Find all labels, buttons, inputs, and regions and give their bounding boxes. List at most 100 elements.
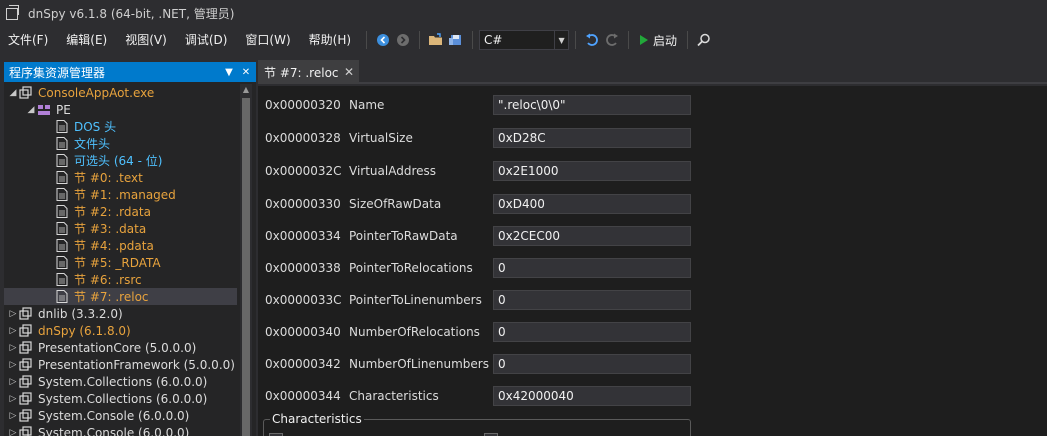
assembly-icon	[18, 324, 34, 338]
tree-item[interactable]: 节 #4: .pdata	[4, 237, 237, 254]
expand-arrow-icon[interactable]: ▷	[8, 322, 18, 339]
menu-debug[interactable]: 调试(D)	[176, 29, 237, 51]
field-name: PointerToRawData	[349, 229, 458, 243]
field-row: 0x00000344 Characteristics 0x42000040	[258, 386, 1047, 406]
expand-arrow-icon[interactable]: ▷	[8, 356, 18, 373]
tree-item[interactable]: 可选头 (64 - 位)	[4, 152, 237, 169]
navigate-forward-button[interactable]	[393, 30, 413, 50]
tree-item[interactable]: ▷ PresentationCore (5.0.0.0)	[4, 339, 237, 356]
language-select[interactable]: C# ▼	[479, 30, 570, 50]
tree-item[interactable]: DOS 头	[4, 118, 237, 135]
field-offset: 0x00000334	[265, 229, 341, 243]
redo-button[interactable]	[602, 30, 622, 50]
tree-item-label: PresentationCore (5.0.0.0)	[38, 340, 197, 355]
menu-window[interactable]: 窗口(W)	[236, 29, 299, 51]
menu-view[interactable]: 视图(V)	[116, 29, 176, 51]
tree-item[interactable]: 文件头	[4, 135, 237, 152]
tree-item[interactable]: ◢ ConsoleAppAot.exe	[4, 84, 237, 101]
field-value-input[interactable]: 0	[493, 354, 691, 374]
save-button[interactable]	[446, 30, 466, 50]
tree-item[interactable]: 节 #7: .reloc	[4, 288, 237, 305]
tree-item-label: 节 #1: .managed	[74, 188, 176, 202]
field-value-input[interactable]: 0xD400	[493, 194, 691, 214]
expand-arrow-icon[interactable]: ▷	[8, 407, 18, 424]
field-value-input[interactable]: 0	[493, 258, 691, 278]
close-icon[interactable]: ✕	[239, 67, 253, 78]
expand-arrow-icon[interactable]: ◢	[8, 84, 18, 101]
field-offset: 0x00000338	[265, 261, 341, 275]
tree-item[interactable]: ▷ dnSpy (6.1.8.0)	[4, 322, 237, 339]
section-header-view: Characteristics 0x00000320 Name ".reloc\0\…	[258, 86, 1047, 436]
chevron-down-icon[interactable]: ▼	[554, 31, 568, 49]
field-value-input[interactable]: 0x2E1000	[493, 161, 691, 181]
field-value-input[interactable]: 0xD28C	[493, 128, 691, 148]
tree-item[interactable]: ▷ dnlib (3.3.2.0)	[4, 305, 237, 322]
assembly-icon	[18, 358, 34, 372]
tree-item[interactable]: 节 #6: .rsrc	[4, 271, 237, 288]
tree-item-label: 节 #0: .text	[74, 171, 143, 185]
tree-item[interactable]: ▷ System.Console (6.0.0.0)	[4, 424, 237, 436]
tree-item[interactable]: 节 #1: .managed	[4, 186, 237, 203]
tree-item[interactable]: ▷ System.Collections (6.0.0.0)	[4, 373, 237, 390]
document-icon	[54, 171, 70, 185]
menu-bar: 文件(F) 编辑(E) 视图(V) 调试(D) 窗口(W) 帮助(H) C# ▼…	[0, 27, 1047, 53]
menu-help[interactable]: 帮助(H)	[300, 29, 360, 51]
redo-icon	[606, 33, 619, 46]
assembly-icon	[18, 341, 34, 355]
expand-arrow-icon[interactable]: ▷	[8, 373, 18, 390]
undo-button[interactable]	[582, 30, 602, 50]
panel-menu-icon[interactable]: ▼	[222, 67, 236, 78]
tree-item-label: 节 #7: .reloc	[74, 290, 149, 304]
open-button[interactable]	[426, 30, 446, 50]
expand-arrow-icon[interactable]: ▷	[8, 305, 18, 322]
navigate-back-button[interactable]	[373, 30, 393, 50]
expand-arrow-icon[interactable]: ▷	[8, 424, 18, 436]
scrollbar-thumb[interactable]	[242, 98, 250, 436]
tree-item[interactable]: 节 #3: .data	[4, 220, 237, 237]
expand-arrow-icon[interactable]: ◢	[26, 101, 36, 118]
tree-item[interactable]: ◢ PE	[4, 101, 237, 118]
field-value-input[interactable]: 0x2CEC00	[493, 226, 691, 246]
field-value-input[interactable]: 0x42000040	[493, 386, 691, 406]
field-offset: 0x00000330	[265, 197, 341, 211]
toolbar-separator	[628, 31, 630, 49]
tree-item[interactable]: 节 #2: .rdata	[4, 203, 237, 220]
start-button[interactable]: 启动	[635, 30, 681, 50]
language-select-value: C#	[484, 33, 503, 47]
document-icon	[54, 222, 70, 236]
scroll-up-icon[interactable]: ▲	[240, 84, 252, 96]
tree-item[interactable]: 节 #5: _RDATA	[4, 254, 237, 271]
field-value-input[interactable]: 0	[493, 290, 691, 310]
assembly-explorer-title: 程序集资源管理器	[9, 65, 106, 80]
tree-item[interactable]: ▷ System.Collections (6.0.0.0)	[4, 390, 237, 407]
toolbar-separator	[419, 31, 421, 49]
tree-scrollbar[interactable]: ▲	[240, 84, 252, 436]
field-name: SizeOfRawData	[349, 197, 442, 211]
field-name: Characteristics	[349, 389, 439, 403]
assembly-explorer-panel: 程序集资源管理器 ▼ ✕ ◢ ConsoleAppAot.exe ◢ PE DOS 头文…	[4, 62, 256, 436]
expand-arrow-icon[interactable]: ▷	[8, 390, 18, 407]
tree-item[interactable]: ▷ PresentationFramework (5.0.0.0)	[4, 356, 237, 373]
tab-section-reloc[interactable]: 节 #7: .reloc ✕	[258, 60, 359, 84]
tab-close-icon[interactable]: ✕	[344, 65, 354, 79]
tree-item[interactable]: 节 #0: .text	[4, 169, 237, 186]
menu-edit[interactable]: 编辑(E)	[57, 29, 116, 51]
field-value-input[interactable]: ".reloc\0\0"	[493, 95, 691, 115]
field-value-input[interactable]: 0	[493, 322, 691, 342]
assembly-icon	[18, 375, 34, 389]
document-icon	[54, 239, 70, 253]
field-offset: 0x00000344	[265, 389, 341, 403]
search-button[interactable]	[694, 30, 714, 50]
field-name: PointerToRelocations	[349, 261, 473, 275]
tree-item[interactable]: ▷ System.Console (6.0.0.0)	[4, 407, 237, 424]
expand-arrow-icon[interactable]: ▷	[8, 339, 18, 356]
field-offset: 0x0000033C	[265, 293, 342, 307]
menu-file[interactable]: 文件(F)	[0, 29, 57, 51]
tab-label: 节 #7: .reloc	[264, 65, 339, 80]
assembly-icon	[18, 392, 34, 406]
